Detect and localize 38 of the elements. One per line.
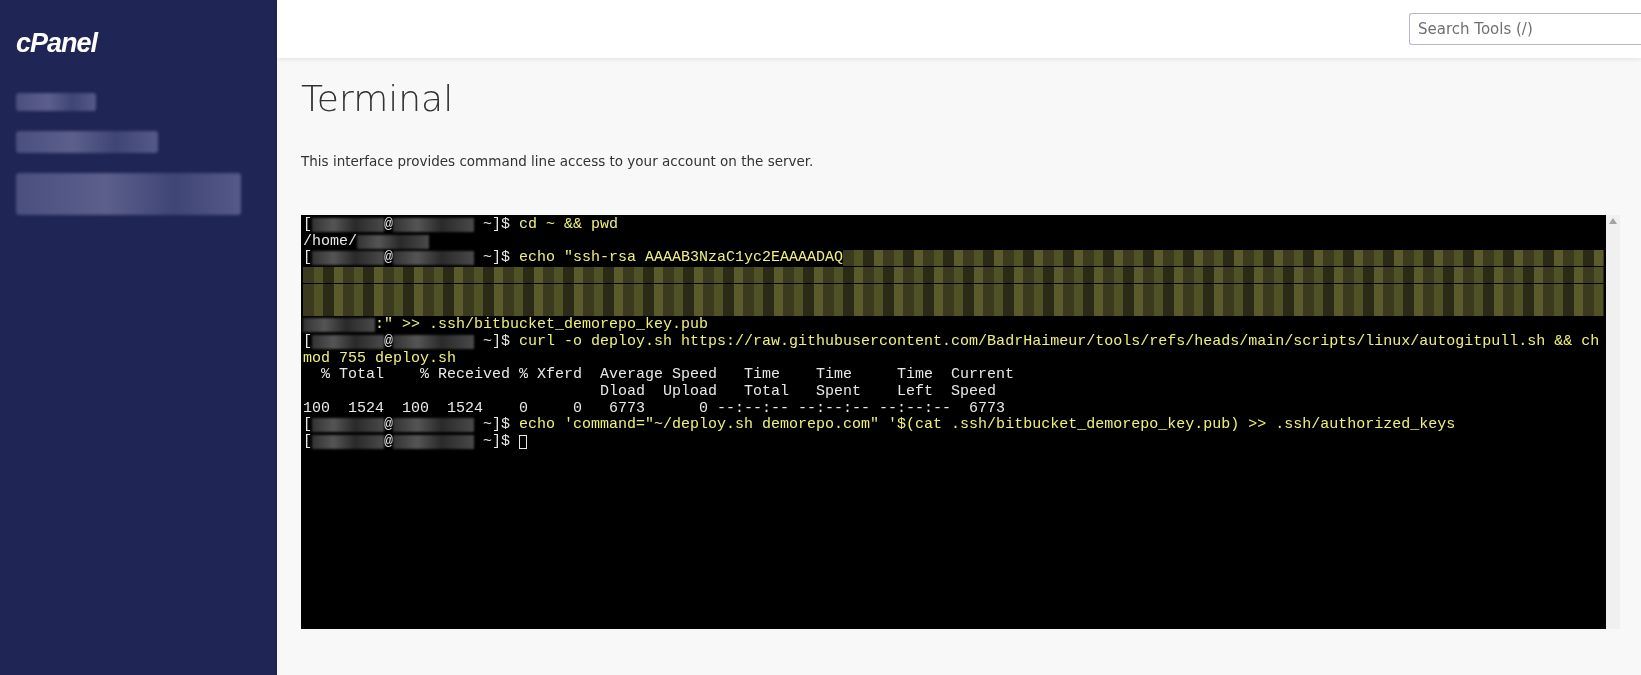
prompt-text: @ — [384, 417, 394, 434]
redacted-block — [312, 334, 384, 349]
logo[interactable]: cPanel — [16, 28, 98, 59]
redacted-block — [357, 234, 429, 249]
redacted-block — [312, 418, 384, 433]
prompt-text: [ — [303, 250, 312, 268]
command-text: mod 755 deploy.sh — [303, 350, 457, 367]
prompt-text: @ — [384, 250, 394, 268]
prompt-text: ~]$ — [482, 433, 512, 451]
redacted-block — [312, 218, 384, 232]
command-text: echo 'command="~/deploy.sh demorepo.com" '$(cat .ssh/bitbucket_demorepo_key.pub) >> .ssh/authorized_keys — [519, 417, 1456, 434]
prompt-text: [ — [303, 433, 312, 451]
command-text: echo "ssh-rsa AAAAB3NzaC1yc2EAAAADAQ — [519, 250, 844, 268]
prompt-text: ~]$ — [482, 333, 512, 351]
output-text: /home/ — [303, 233, 357, 250]
prompt-text: [ — [303, 417, 312, 434]
prompt-text: ~]$ — [482, 217, 512, 234]
prompt-text: [ — [303, 333, 312, 351]
output-text: % Total % Received % Xferd Average Speed Time Time Time Current — [320, 367, 1015, 384]
output-text: Dload Upload Total Spent Left Speed — [599, 383, 997, 401]
prompt-text: @ — [384, 433, 394, 451]
output-text: 100 1524 100 1524 0 0 6773 0 --:--:-- --:--:-- --:--:-- 6773 — [303, 400, 1006, 417]
prompt-text: ~]$ — [482, 250, 512, 268]
prompt-text: [ — [303, 217, 312, 234]
command-text: curl -o deploy.sh https://raw.githubusercontent.com/BadrHaimeur/tools/refs/heads/main/scripts/linux/autogitpull.sh && ch — [519, 333, 1600, 351]
scroll-up-icon[interactable] — [1609, 218, 1617, 224]
command-text: cd ~ && pwd — [519, 217, 619, 234]
cursor — [519, 434, 528, 449]
scrollbar[interactable] — [1606, 215, 1620, 629]
prompt-text: @ — [384, 217, 394, 234]
search-field[interactable]: Search Tools (/) — [1409, 13, 1641, 45]
page-title: Terminal — [301, 78, 454, 119]
page-description: This interface provides command line access to your account on the server. — [301, 153, 814, 169]
command-text: :" >> .ssh/bitbucket_demorepo_key.pub — [375, 317, 709, 334]
redacted-block — [312, 434, 384, 449]
prompt-text: ~]$ — [482, 417, 512, 434]
prompt-text: @ — [384, 333, 394, 351]
terminal-screen[interactable] — [301, 215, 1606, 629]
